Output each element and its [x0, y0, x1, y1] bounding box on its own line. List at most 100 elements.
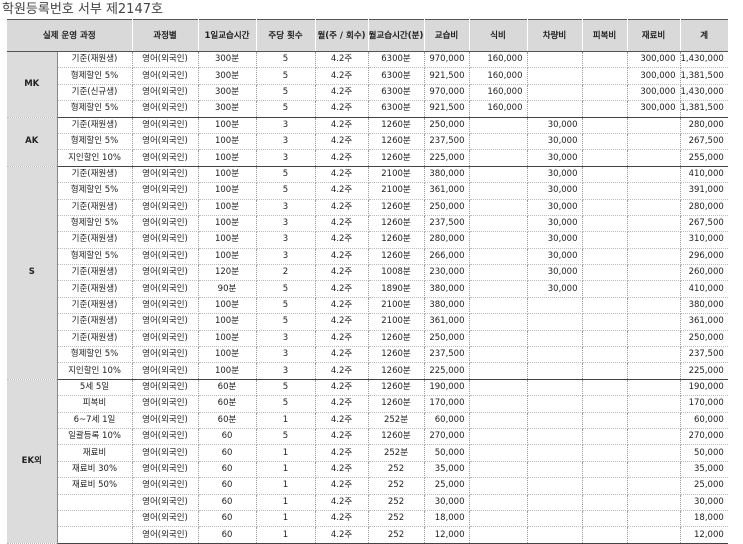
table-cell: 30,000	[527, 149, 583, 167]
table-cell: 4.2주	[315, 362, 369, 380]
table-cell: 3	[256, 231, 316, 249]
table-cell: 형제할인 5%	[57, 133, 133, 151]
table-cell: 30,000	[527, 280, 583, 298]
table-cell	[527, 395, 583, 413]
table-cell: 252	[368, 510, 425, 528]
table-cell	[527, 297, 583, 315]
table-cell: 300분	[198, 51, 257, 69]
table-cell: 160,000	[469, 84, 528, 102]
table-cell: 지인할인 10%	[57, 149, 133, 167]
table-cell: 형제할인 5%	[57, 215, 133, 233]
table-cell	[582, 379, 628, 397]
table-cell: 30,000	[527, 264, 583, 282]
table-cell: 100분	[198, 117, 257, 134]
table-cell: 225,000	[424, 149, 470, 167]
table-cell: 기준(재원생)	[57, 313, 133, 331]
table-cell: 3	[256, 199, 316, 216]
group-label: S	[7, 166, 58, 380]
table-cell	[469, 313, 528, 331]
table-cell	[527, 412, 583, 429]
table-cell	[469, 477, 528, 495]
table-cell	[582, 477, 628, 495]
table-cell: 170,000	[424, 395, 470, 413]
table-row: 형제할인 5% 영어(외국인) 100분 3 4.2주 1260분 237,500 30,00…	[7, 215, 728, 233]
table-cell: 4.2주	[315, 297, 369, 315]
table-cell: 30,000	[680, 494, 728, 511]
table-cell: 300분	[198, 100, 257, 118]
table-cell	[469, 280, 528, 298]
table-cell: 영어(외국인)	[132, 84, 199, 102]
table-cell	[527, 379, 583, 397]
table-cell: 237,500	[424, 133, 470, 151]
table-cell: 100분	[198, 248, 257, 266]
table-cell: 60	[198, 494, 257, 511]
table-cell: 5	[256, 428, 316, 446]
table-cell: 380,000	[424, 166, 470, 184]
table-cell: 영어(외국인)	[132, 461, 199, 479]
table-cell	[627, 395, 681, 413]
group-label: EK외	[7, 379, 58, 544]
table-cell: 5	[256, 313, 316, 331]
table-cell: 영어(외국인)	[132, 51, 199, 69]
table-cell	[627, 280, 681, 298]
table-cell	[582, 117, 628, 134]
table-cell	[582, 297, 628, 315]
table-cell	[627, 330, 681, 348]
table-cell: 1260분	[368, 231, 425, 249]
table-cell	[527, 84, 583, 102]
table-cell: 260,000	[680, 264, 728, 282]
table-cell: 2100분	[368, 182, 425, 200]
table-cell: 영어(외국인)	[132, 166, 199, 184]
table-cell: 재료비 50%	[57, 477, 133, 495]
table-cell: 형제할인 5%	[57, 346, 133, 364]
table-cell: 18,000	[680, 510, 728, 528]
table-cell	[582, 166, 628, 184]
table-cell: 25,000	[424, 477, 470, 495]
table-cell: 921,500	[424, 67, 470, 85]
table-cell: 1	[256, 477, 316, 495]
table-cell	[627, 412, 681, 429]
table-cell: 5	[256, 297, 316, 315]
table-cell: 4.2주	[315, 477, 369, 495]
table-cell: 1260분	[368, 117, 425, 134]
table-cell: 영어(외국인)	[132, 231, 199, 249]
table-cell: 970,000	[424, 84, 470, 102]
column-header-subject: 과정별	[132, 19, 199, 52]
table-cell	[627, 346, 681, 364]
table-cell: 4.2주	[315, 67, 369, 85]
table-cell: 4.2주	[315, 84, 369, 102]
column-header-course: 실제 운영 과정	[7, 19, 133, 52]
table-cell: 361,000	[424, 313, 470, 331]
table-cell: 기준(재원생)	[57, 297, 133, 315]
table-cell	[469, 199, 528, 216]
table-cell	[627, 526, 681, 544]
table-cell: 1260분	[368, 330, 425, 348]
table-cell: 기준(재원생)	[57, 231, 133, 249]
table-cell: 5	[256, 182, 316, 200]
table-cell: 영어(외국인)	[132, 477, 199, 495]
table-cell: 252	[368, 477, 425, 495]
table-cell: 160,000	[469, 67, 528, 85]
table-cell: 190,000	[424, 379, 470, 397]
table-cell: 30,000	[527, 215, 583, 233]
table-cell: 60	[198, 428, 257, 446]
table-cell: 4.2주	[315, 149, 369, 167]
table-cell: 100분	[198, 313, 257, 331]
table-cell: 50,000	[424, 444, 470, 462]
table-cell	[469, 215, 528, 233]
table-cell: 252	[368, 494, 425, 511]
table-cell: 1260분	[368, 149, 425, 167]
table-cell: 4.2주	[315, 51, 369, 69]
table-cell: 5	[256, 100, 316, 118]
table-cell: 영어(외국인)	[132, 330, 199, 348]
table-cell: 1890분	[368, 280, 425, 298]
table-cell: 영어(외국인)	[132, 428, 199, 446]
table-cell	[527, 362, 583, 380]
table-cell: 921,500	[424, 100, 470, 118]
table-cell: 3	[256, 362, 316, 380]
table-row: 기준(재원생) 영어(외국인) 100분 3 4.2주 1260분 280,000 30,00…	[7, 231, 728, 249]
table-cell: 1260분	[368, 215, 425, 233]
table-cell: 160,000	[469, 51, 528, 69]
table-cell: 5	[256, 166, 316, 184]
table-cell: 기준(재원생)	[57, 330, 133, 348]
